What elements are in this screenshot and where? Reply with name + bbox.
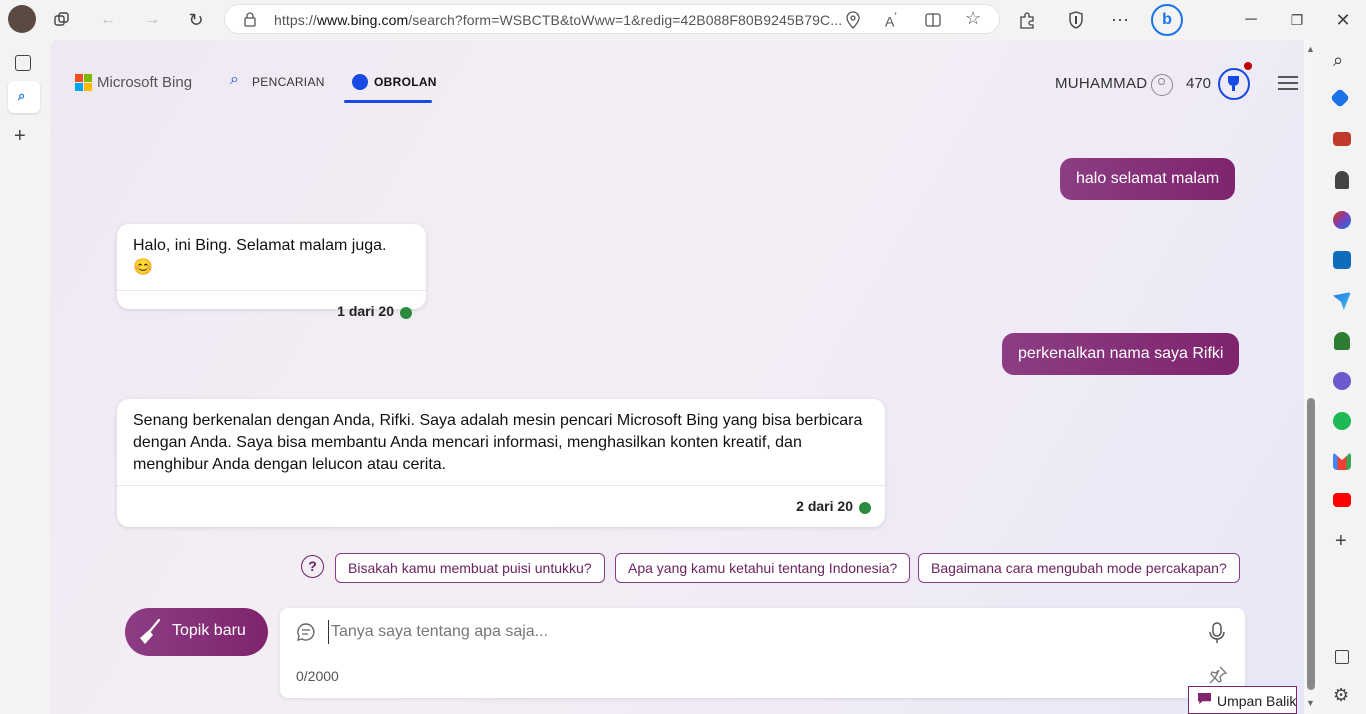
microsoft365-icon[interactable] bbox=[1333, 211, 1351, 229]
chat-input[interactable] bbox=[328, 620, 1188, 644]
spotify-icon[interactable] bbox=[1333, 412, 1351, 430]
browser-toolbar: ← → ↻ https://www.bing.com/search?form=W… bbox=[0, 0, 1366, 40]
bing-tab[interactable]: ⌕ bbox=[8, 81, 40, 113]
profile-avatar[interactable] bbox=[8, 5, 36, 33]
scrollbar-thumb[interactable] bbox=[1307, 398, 1315, 690]
back-icon[interactable]: ← bbox=[94, 6, 122, 34]
sidebar-settings-gear-icon[interactable]: ⚙ bbox=[1333, 685, 1349, 706]
notification-dot bbox=[1244, 62, 1252, 70]
outlook-icon[interactable] bbox=[1333, 251, 1351, 269]
help-question-icon[interactable]: ? bbox=[301, 555, 324, 578]
suggestion-chip[interactable]: Bagaimana cara mengubah mode percakapan? bbox=[918, 553, 1240, 583]
user-message: halo selamat malam bbox=[1060, 158, 1236, 200]
chat-composer: 0/2000 bbox=[280, 608, 1245, 698]
hamburger-menu-icon[interactable] bbox=[1278, 76, 1298, 92]
scroll-down-icon[interactable]: ▼ bbox=[1306, 698, 1315, 708]
chat-icon bbox=[352, 74, 368, 90]
suggestion-chip[interactable]: Bisakah kamu membuat puisi untukku? bbox=[335, 553, 605, 583]
more-options-icon[interactable]: ⋯ bbox=[1106, 6, 1134, 34]
send-paper-plane-icon[interactable] bbox=[1333, 292, 1351, 310]
forward-icon[interactable]: → bbox=[138, 6, 166, 34]
location-icon[interactable] bbox=[845, 11, 861, 34]
address-bar[interactable]: https://www.bing.com/search?form=WSBCTB&… bbox=[224, 4, 1000, 34]
bot-message: Senang berkenalan dengan Anda, Rifki. Sa… bbox=[117, 399, 885, 527]
microphone-icon[interactable] bbox=[1209, 622, 1225, 649]
bot-message: Halo, ini Bing. Selamat malam juga. 😊 1 … bbox=[117, 224, 426, 319]
tools-briefcase-icon[interactable] bbox=[1333, 132, 1351, 146]
new-topic-label: Topik baru bbox=[172, 622, 246, 639]
feedback-button[interactable]: Umpan Balik bbox=[1188, 686, 1297, 714]
char-counter: 0/2000 bbox=[296, 668, 339, 684]
close-icon[interactable]: ✕ bbox=[1329, 6, 1357, 34]
feedback-label: Umpan Balik bbox=[1217, 693, 1297, 709]
restore-icon[interactable]: ❐ bbox=[1283, 6, 1311, 34]
suggestion-chip[interactable]: Apa yang kamu ketahui tentang Indonesia? bbox=[615, 553, 911, 583]
user-name[interactable]: MUHAMMAD bbox=[1055, 75, 1147, 92]
add-sidebar-app-icon[interactable]: + bbox=[1335, 530, 1347, 553]
split-view-icon[interactable] bbox=[925, 12, 941, 33]
active-tab-underline bbox=[344, 100, 432, 103]
vertical-tabs-strip: ⌕ + bbox=[0, 40, 49, 714]
new-tab-icon[interactable]: + bbox=[14, 125, 26, 148]
youtube-icon[interactable] bbox=[1333, 493, 1351, 507]
workspaces-icon[interactable] bbox=[48, 6, 76, 34]
sidebar-search-icon[interactable]: ⌕ bbox=[1333, 50, 1343, 71]
page-scrollbar[interactable]: ▲ ▼ bbox=[1304, 40, 1318, 714]
bing-chat-page: Microsoft Bing ⌕ PENCARIAN OBROLAN MUHAM… bbox=[50, 40, 1304, 714]
bot-message-footer: 1 dari 20 bbox=[117, 290, 426, 332]
user-avatar-icon[interactable] bbox=[1151, 74, 1173, 96]
bot-message-footer: 2 dari 20 bbox=[117, 485, 885, 527]
extensions-icon[interactable] bbox=[1013, 6, 1041, 34]
bing-logo[interactable]: Microsoft Bing bbox=[75, 74, 195, 94]
favorite-star-icon[interactable]: ☆ bbox=[965, 8, 981, 29]
meditation-icon[interactable] bbox=[1333, 372, 1351, 390]
minimize-icon[interactable]: ─ bbox=[1237, 6, 1265, 34]
scroll-up-icon[interactable]: ▲ bbox=[1306, 44, 1315, 54]
status-dot bbox=[400, 307, 412, 319]
broom-icon bbox=[137, 618, 163, 651]
feedback-icon bbox=[1198, 693, 1211, 704]
tab-actions-icon[interactable] bbox=[15, 55, 31, 71]
status-dot bbox=[859, 502, 871, 514]
rewards-points[interactable]: 470 bbox=[1186, 75, 1211, 92]
turn-counter: 1 dari 20 bbox=[337, 303, 394, 319]
new-topic-button[interactable]: Topik baru bbox=[125, 608, 268, 656]
gmail-icon[interactable] bbox=[1333, 452, 1351, 470]
tree-icon[interactable] bbox=[1334, 332, 1350, 350]
refresh-icon[interactable]: ↻ bbox=[182, 6, 210, 34]
rewards-trophy-icon[interactable] bbox=[1218, 68, 1250, 100]
chat-bubble-icon bbox=[296, 622, 316, 647]
url-text: https://www.bing.com/search?form=WSBCTB&… bbox=[274, 12, 843, 28]
turn-counter: 2 dari 20 bbox=[796, 498, 853, 514]
shield-icon[interactable] bbox=[1062, 6, 1090, 34]
brand-text: Microsoft Bing bbox=[97, 74, 193, 91]
user-message: perkenalkan nama saya Rifki bbox=[1002, 333, 1240, 375]
bot-message-text: Senang berkenalan dengan Anda, Rifki. Sa… bbox=[133, 412, 863, 473]
shopping-tag-icon[interactable] bbox=[1330, 88, 1350, 108]
bot-message-text: Halo, ini Bing. Selamat malam juga. 😊 bbox=[133, 237, 387, 276]
search-icon: ⌕ bbox=[230, 71, 239, 88]
read-aloud-icon[interactable]: Aʼ bbox=[885, 11, 897, 30]
search-icon: ⌕ bbox=[18, 88, 26, 103]
lock-icon bbox=[243, 11, 257, 32]
games-chess-icon[interactable] bbox=[1335, 171, 1349, 189]
sidebar-layout-icon[interactable] bbox=[1335, 650, 1349, 664]
bing-copilot-icon[interactable]: b bbox=[1151, 4, 1183, 36]
edge-sidebar: ⌕ + ⚙ bbox=[1318, 40, 1366, 714]
